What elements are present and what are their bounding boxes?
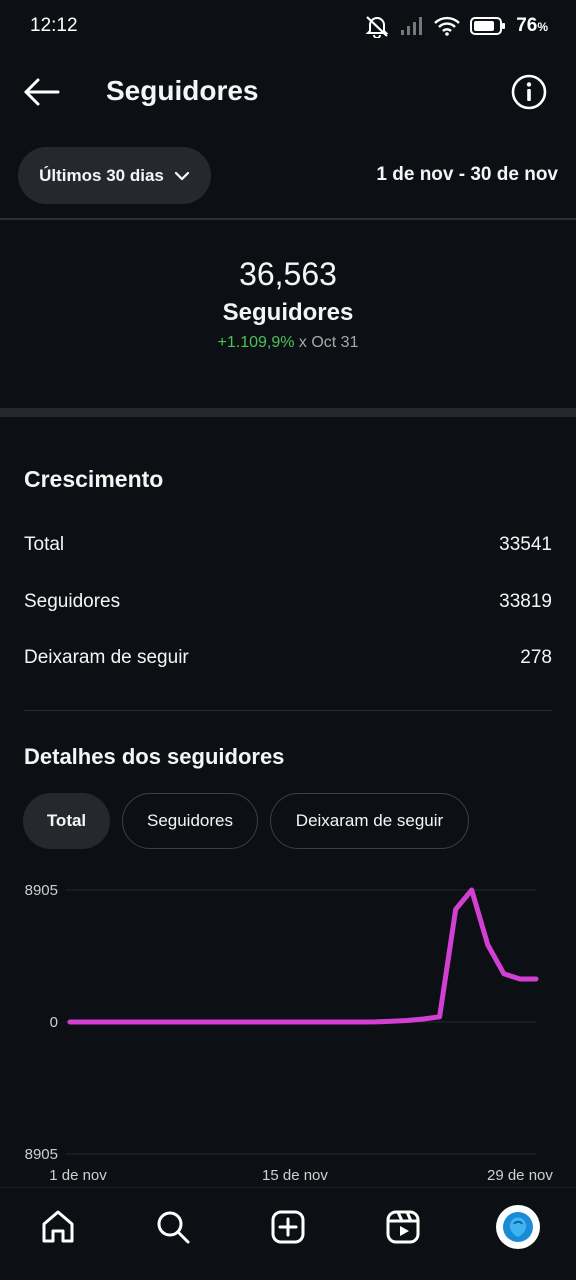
battery-level: 76% xyxy=(516,15,548,36)
nav-create[interactable] xyxy=(264,1203,312,1251)
growth-row-followers: Seguidores 33819 xyxy=(24,587,552,617)
followers-chart: 8905 0 8905 1 de nov 15 de nov 29 de nov xyxy=(0,872,576,1187)
back-button[interactable] xyxy=(22,76,62,108)
details-tabs: Total Seguidores Deixaram de seguir xyxy=(23,793,469,849)
growth-row-value: 278 xyxy=(520,647,552,668)
tab-followers[interactable]: Seguidores xyxy=(122,793,258,849)
nav-reels[interactable] xyxy=(379,1203,427,1251)
status-bar: 12:12 76% xyxy=(0,0,576,52)
chart-y-tick-label: 8905 xyxy=(25,882,58,899)
create-icon xyxy=(271,1210,305,1244)
details-title: Detalhes dos seguidores xyxy=(24,744,285,769)
followers-summary: 36,563 Seguidores +1.109,9% x Oct 31 xyxy=(0,254,576,354)
status-time: 12:12 xyxy=(30,15,78,36)
mute-icon xyxy=(365,16,389,38)
date-range-text: 1 de nov - 30 de nov xyxy=(376,164,558,185)
chart-y-tick-label: 8905 xyxy=(25,1146,58,1163)
nav-search[interactable] xyxy=(149,1203,197,1251)
profile-avatar-icon xyxy=(496,1205,540,1249)
nav-profile[interactable] xyxy=(494,1203,542,1251)
bottom-navigation xyxy=(0,1187,576,1280)
info-icon xyxy=(511,74,547,110)
divider xyxy=(24,710,552,711)
growth-row-unfollows: Deixaram de seguir 278 xyxy=(24,643,552,673)
signal-icon xyxy=(401,17,423,35)
divider xyxy=(0,218,576,220)
followers-line-chart: 8905 0 8905 1 de nov 15 de nov 29 de nov xyxy=(25,882,554,1184)
date-range-dropdown[interactable]: Últimos 30 dias xyxy=(18,147,211,204)
followers-count: 36,563 xyxy=(239,256,337,292)
growth-row-value: 33541 xyxy=(499,534,552,555)
home-icon xyxy=(42,1210,74,1243)
chart-series-line xyxy=(67,887,539,1025)
search-icon xyxy=(157,1211,190,1244)
header: Seguidores xyxy=(0,62,576,122)
growth-row-label: Total xyxy=(24,534,65,555)
date-range-dropdown-label: Últimos 30 dias xyxy=(39,165,164,185)
followers-label: Seguidores xyxy=(222,299,354,326)
status-icons: 76% xyxy=(364,14,548,38)
page-title: Seguidores xyxy=(106,75,259,106)
growth-row-total: Total 33541 xyxy=(24,530,552,560)
growth-row-value: 33819 xyxy=(499,591,552,612)
wifi-icon xyxy=(434,16,461,36)
nav-home[interactable] xyxy=(34,1203,82,1251)
change-comparison: x Oct 31 xyxy=(294,334,359,351)
growth-title: Crescimento xyxy=(24,466,164,492)
growth-row-label: Deixaram de seguir xyxy=(24,647,189,668)
chart-x-tick-label: 1 de nov xyxy=(49,1167,107,1184)
filter-row: Últimos 30 dias 1 de nov - 30 de nov xyxy=(0,147,576,205)
followers-change: +1.109,9% x Oct 31 xyxy=(0,332,576,354)
change-percent: +1.109,9% xyxy=(217,334,295,351)
section-divider xyxy=(0,408,576,417)
chart-y-tick-label: 0 xyxy=(50,1014,58,1031)
tab-unfollows[interactable]: Deixaram de seguir xyxy=(270,793,469,849)
chart-x-tick-label: 29 de nov xyxy=(487,1167,553,1184)
growth-row-label: Seguidores xyxy=(24,591,121,612)
info-button[interactable] xyxy=(510,73,548,111)
tab-total[interactable]: Total xyxy=(23,793,110,849)
arrow-left-icon xyxy=(24,78,60,106)
reels-icon xyxy=(386,1210,420,1244)
chevron-down-icon xyxy=(174,171,189,180)
chart-x-tick-label: 15 de nov xyxy=(262,1167,328,1184)
battery-icon xyxy=(470,17,506,35)
